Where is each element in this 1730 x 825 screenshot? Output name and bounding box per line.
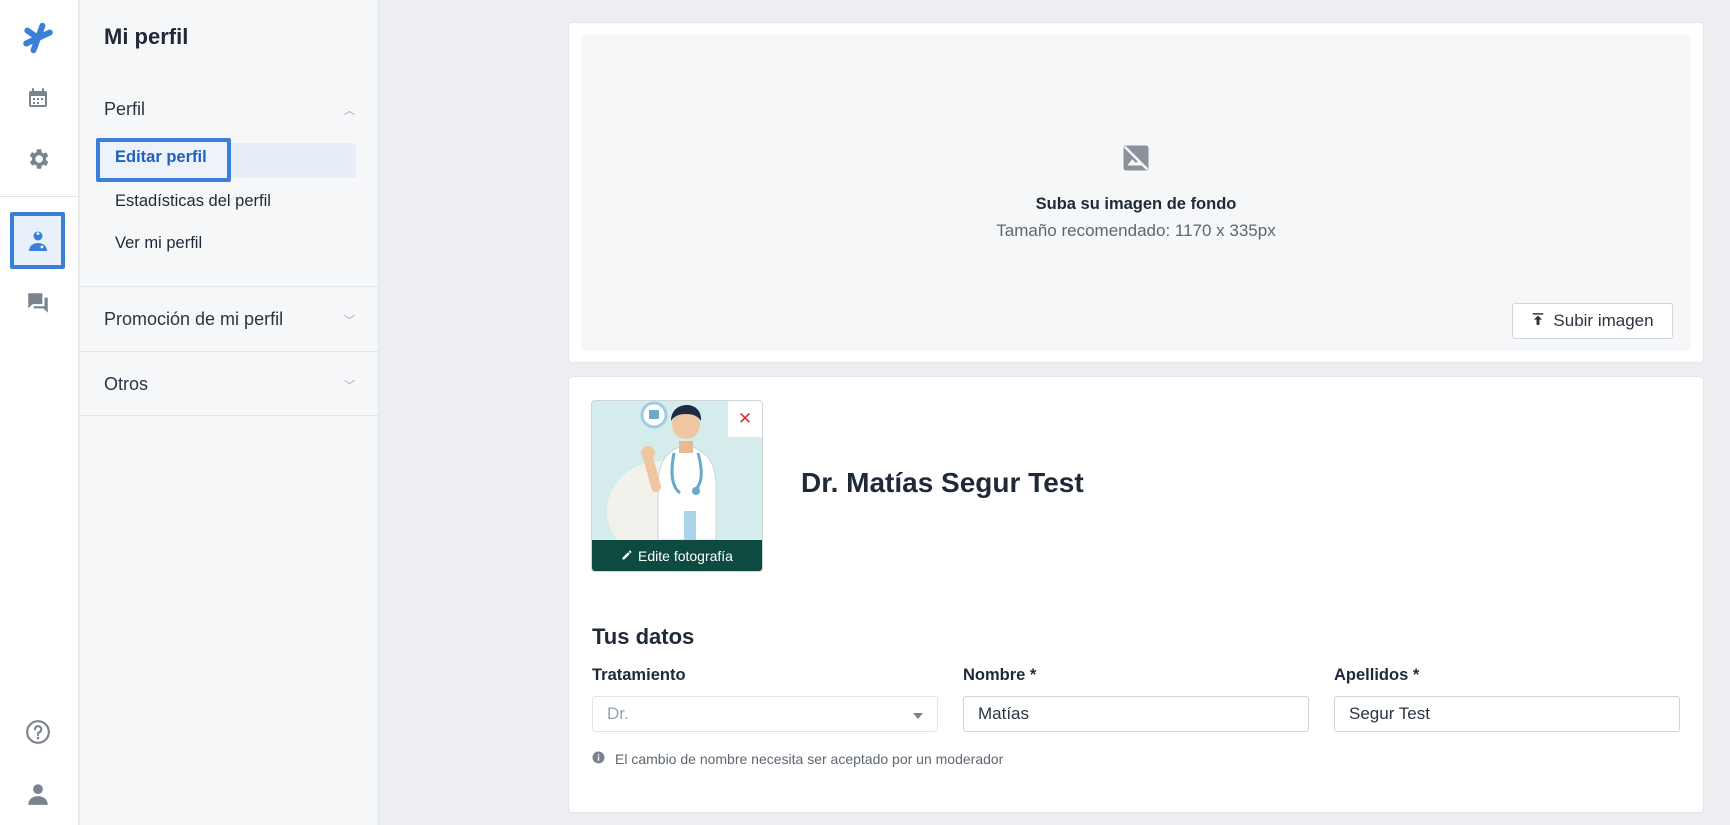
apellidos-label: Apellidos * (1334, 666, 1420, 684)
apellidos-value: Segur Test (1349, 704, 1430, 723)
help-icon[interactable] (18, 712, 58, 752)
sidebar-item-ver-mi-perfil[interactable]: Ver mi perfil (115, 234, 202, 253)
nombre-value: Matías (978, 704, 1030, 723)
no-image-icon (1121, 143, 1151, 178)
profile-sidebar: Mi perfil Perfil ︿ Editar perfil Estadís… (80, 0, 379, 825)
sidebar-item-estadisticas[interactable]: Estadísticas del perfil (115, 192, 271, 211)
edit-photo-button[interactable]: Edite fotografía (592, 540, 762, 571)
upload-icon (1531, 311, 1545, 331)
profile-card: ✕ Edite fotografía Dr. Matías Segur Test… (568, 376, 1704, 813)
cover-title: Suba su imagen de fondo (1035, 195, 1237, 213)
app-root: Mi perfil Perfil ︿ Editar perfil Estadís… (0, 0, 1730, 825)
section-otros[interactable]: Otros ﹀ (104, 374, 355, 395)
sidebar-divider (80, 286, 379, 287)
rail-divider (0, 196, 79, 197)
hint-text: El cambio de nombre necesita ser aceptad… (615, 751, 1004, 767)
edit-photo-label: Edite fotografía (638, 547, 733, 564)
chevron-up-icon: ︿ (344, 104, 355, 117)
chevron-down-icon: ﹀ (344, 314, 355, 327)
name-change-hint: El cambio de nombre necesita ser aceptad… (592, 751, 1003, 767)
sidebar-item-editar-perfil-label[interactable]: Editar perfil (115, 148, 207, 167)
calendar-icon[interactable] (18, 78, 58, 118)
user-icon[interactable] (18, 774, 58, 814)
pencil-icon (621, 548, 633, 564)
sidebar-divider (80, 415, 379, 416)
sidebar-divider (80, 351, 379, 352)
cover-subtitle: Tamaño recomendado: 1170 x 335px (996, 221, 1276, 240)
section-otros-label: Otros (104, 374, 149, 394)
upload-image-label: Subir imagen (1553, 311, 1654, 330)
upload-image-button[interactable]: Subir imagen (1512, 303, 1673, 339)
nombre-label: Nombre * (963, 666, 1037, 684)
sidebar-title: Mi perfil (104, 24, 189, 49)
nombre-input[interactable]: Matías (963, 696, 1309, 732)
caret-down-icon (913, 704, 923, 724)
messages-icon[interactable] (18, 283, 58, 323)
form-heading: Tus datos (592, 624, 695, 649)
apellidos-input[interactable]: Segur Test (1334, 696, 1680, 732)
section-promocion-label: Promoción de mi perfil (104, 309, 284, 329)
section-perfil[interactable]: Perfil ︿ (104, 99, 355, 120)
icon-rail (0, 0, 79, 825)
tratamiento-label: Tratamiento (592, 666, 686, 684)
section-promocion[interactable]: Promoción de mi perfil ﹀ (104, 309, 355, 330)
cover-image-area[interactable]: Suba su imagen de fondo Tamaño recomenda… (581, 35, 1691, 351)
settings-icon[interactable] (18, 139, 58, 179)
close-icon: ✕ (737, 409, 753, 428)
doctor-name: Dr. Matías Segur Test (801, 467, 1084, 498)
section-perfil-label: Perfil (104, 99, 146, 119)
cover-card: Suba su imagen de fondo Tamaño recomenda… (568, 22, 1704, 363)
doctor-profile-icon[interactable] (10, 212, 65, 269)
tratamiento-placeholder: Dr. (607, 704, 629, 723)
chevron-down-icon: ﹀ (344, 379, 355, 392)
logo-icon[interactable] (18, 18, 58, 58)
tratamiento-select[interactable]: Dr. (592, 696, 938, 732)
profile-photo[interactable]: ✕ Edite fotografía (591, 400, 763, 572)
remove-photo-button[interactable]: ✕ (728, 401, 762, 437)
info-icon (592, 751, 605, 767)
